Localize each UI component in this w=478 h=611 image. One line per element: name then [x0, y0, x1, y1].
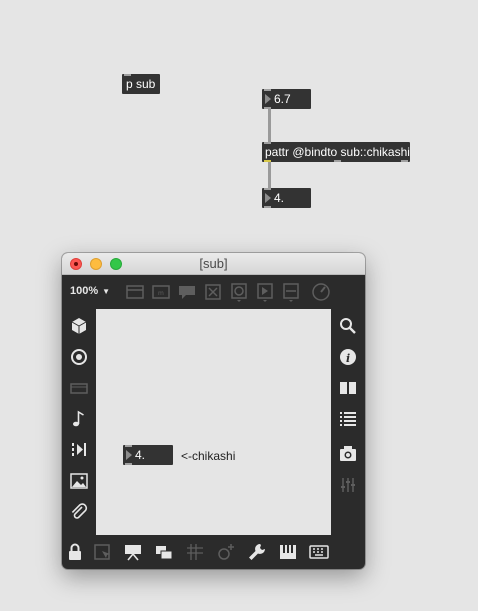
outlet[interactable] [401, 160, 408, 162]
patcher-toolbar: 100% ▼ m [62, 275, 365, 309]
window-title: [sub] [199, 256, 228, 271]
outlet[interactable] [125, 463, 132, 465]
snapshot-camera-icon[interactable] [337, 443, 359, 465]
target-icon[interactable] [68, 346, 90, 368]
patcher-canvas[interactable]: 4. <-chikashi [96, 309, 331, 535]
subpatcher-window[interactable]: [sub] 100% ▼ m 4. <-chikashi i [62, 253, 365, 569]
slider-icon[interactable] [280, 281, 302, 303]
svg-text:i: i [346, 352, 350, 365]
message-icon[interactable]: m [150, 281, 172, 303]
number-box-top[interactable]: 6.7 [262, 89, 311, 109]
search-icon[interactable] [337, 315, 359, 337]
zoom-dropdown[interactable]: 100% ▼ [70, 285, 110, 297]
svg-text:m: m [158, 290, 164, 297]
patch-cord[interactable] [268, 109, 271, 143]
sequence-icon[interactable] [68, 439, 90, 461]
toggle-icon[interactable] [202, 281, 224, 303]
piano-icon[interactable] [277, 541, 299, 563]
inlet[interactable] [264, 89, 271, 91]
display-icon[interactable] [68, 377, 90, 399]
title-bar[interactable]: [sub] [62, 253, 365, 275]
inlet[interactable] [125, 445, 132, 447]
list-icon[interactable] [337, 408, 359, 430]
zoom-value: 100% [70, 285, 99, 297]
pattr-object[interactable]: pattr @bindto sub::chikashi [262, 142, 410, 162]
image-icon[interactable] [68, 470, 90, 492]
new-view-icon[interactable] [153, 541, 175, 563]
patch-cord[interactable] [268, 162, 271, 189]
music-note-icon[interactable] [68, 408, 90, 430]
inlet[interactable] [264, 188, 271, 190]
chevron-down-icon: ▼ [102, 287, 111, 296]
edit-select-icon[interactable] [92, 541, 114, 563]
paperclip-icon[interactable] [68, 501, 90, 523]
number-value: 6.7 [274, 92, 291, 106]
add-object-icon[interactable] [215, 541, 237, 563]
dial-icon[interactable] [310, 281, 332, 303]
grid-icon[interactable] [184, 541, 206, 563]
number-value: 4. [274, 191, 285, 205]
pattr-label: pattr @bindto sub::chikashi [265, 145, 410, 159]
button-icon[interactable] [228, 281, 250, 303]
presentation-mode-icon[interactable] [122, 541, 144, 563]
info-icon[interactable]: i [337, 346, 359, 368]
keyboard-icon[interactable] [308, 541, 330, 563]
outlet[interactable] [264, 206, 271, 208]
objects-cube-icon[interactable] [68, 315, 90, 337]
mixer-icon[interactable] [337, 474, 359, 496]
reference-book-icon[interactable] [337, 377, 359, 399]
number-triangle-icon [265, 193, 271, 203]
comment-icon[interactable] [176, 281, 198, 303]
wrench-icon[interactable] [246, 541, 268, 563]
number-value: 4. [135, 448, 146, 462]
presentation-icon[interactable] [124, 281, 146, 303]
outlet[interactable] [334, 160, 341, 162]
comment-text[interactable]: <-chikashi [181, 449, 235, 463]
number-box-bottom[interactable]: 4. [262, 188, 311, 208]
lock-icon[interactable] [64, 541, 86, 563]
p-sub-object[interactable]: p sub [122, 74, 160, 94]
number-triangle-icon [265, 94, 271, 104]
p-sub-label: p sub [126, 77, 156, 91]
number-box-sub[interactable]: 4. [123, 445, 173, 465]
number-triangle-icon [126, 450, 132, 460]
play-icon[interactable] [254, 281, 276, 303]
